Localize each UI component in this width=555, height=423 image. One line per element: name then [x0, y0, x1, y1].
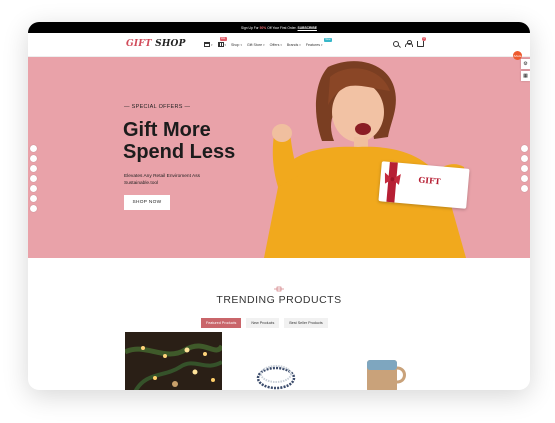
product-grid	[125, 332, 428, 390]
nav-item-label: Shop	[231, 42, 240, 47]
user-icon[interactable]	[405, 40, 413, 47]
trending-title: TRENDING PRODUCTS	[216, 294, 342, 306]
grid-icon	[217, 42, 224, 47]
cart-count-badge: 0	[422, 36, 426, 41]
side-nav-dot[interactable]	[30, 145, 37, 152]
bow-icon	[384, 172, 401, 185]
shop-now-button[interactable]: SHOP NOW	[124, 195, 170, 210]
announcement-middle: Off Your First Order.	[267, 25, 297, 30]
tab-new-products[interactable]: New Products	[246, 318, 280, 328]
product-tabs: Featured Products New Products Best Sell…	[201, 318, 328, 328]
product-image-lights	[125, 332, 222, 390]
hot-badge: Hot	[219, 37, 227, 41]
announcement-bar: Sign Up For 50% Off Your First Order. SU…	[28, 22, 530, 33]
nav-item-brands[interactable]: Brands ▾	[287, 43, 301, 47]
side-nav-dot[interactable]	[30, 175, 37, 182]
nav-item-label: Offers	[269, 42, 280, 47]
browser-frame: Sign Up For 50% Off Your First Order. SU…	[28, 22, 530, 390]
announcement-prefix: Sign Up For	[241, 25, 259, 30]
gift-icon	[204, 42, 210, 47]
side-nav-dot[interactable]	[521, 165, 528, 172]
nav-item-label: Gift Store	[246, 42, 263, 47]
logo-part-2: SHOP	[155, 39, 186, 49]
nav-item-shop[interactable]: Shop ▾	[231, 43, 242, 47]
demo-grid-icon[interactable]: ▦	[521, 71, 530, 81]
side-nav-dot[interactable]	[521, 175, 528, 182]
chevron-down-icon: ▾	[280, 42, 282, 47]
nav-item-features[interactable]: New Features ▾	[305, 37, 333, 47]
product-image-mug	[367, 360, 406, 390]
search-icon[interactable]	[393, 40, 399, 47]
site-header: GIFT SHOP ▾ Hot ▾ Shop ▾ Gift Store ▾ Of…	[28, 33, 530, 57]
nav-item-label: Features	[305, 42, 320, 47]
chevron-down-icon: ▾	[240, 42, 242, 47]
chevron-down-icon: ▾	[321, 42, 323, 47]
main-nav: ▾ Hot ▾ Shop ▾ Gift Store ▾ Offers ▾ Bra…	[204, 37, 333, 47]
chevron-down-icon: ▾	[211, 42, 213, 47]
nav-item-gift-store[interactable]: Gift Store ▾	[247, 43, 265, 47]
right-side-toolbar	[521, 145, 528, 192]
product-card[interactable]	[228, 332, 325, 390]
chevron-down-icon: ▾	[299, 42, 301, 47]
product-card[interactable]	[331, 332, 428, 390]
hero-model-image	[264, 61, 468, 258]
tab-featured-products[interactable]: Featured Products	[201, 318, 242, 328]
cart-icon[interactable]: 0	[417, 36, 426, 47]
side-nav-dot[interactable]	[521, 145, 528, 152]
hero-title: Gift More Spend Less	[123, 119, 235, 163]
side-nav-dot[interactable]	[30, 155, 37, 162]
hero-title-line-2: Spend Less	[123, 141, 236, 163]
hero-eyebrow: — SPECIAL OFFERS —	[124, 104, 191, 110]
voucher-label: GIFT	[418, 174, 442, 187]
gift-ribbon-icon	[274, 286, 284, 292]
nav-gift-icon-menu[interactable]: ▾	[204, 42, 213, 47]
header-icons: 0	[393, 36, 426, 47]
product-image-bracelet	[256, 365, 296, 390]
nav-grid-icon-menu[interactable]: Hot ▾	[217, 37, 227, 47]
side-nav-dot[interactable]	[30, 165, 37, 172]
product-card[interactable]	[125, 332, 222, 390]
side-nav-dot[interactable]	[521, 155, 528, 162]
gear-icon[interactable]: ⚙	[521, 59, 530, 69]
announcement-highlight: 50%	[259, 25, 267, 30]
logo[interactable]: GIFT SHOP	[126, 39, 186, 49]
hero-banner: GIFT — SPECIAL OFFERS — Gift More Spend …	[28, 57, 530, 258]
tab-best-seller-products[interactable]: Best Seller Products	[284, 318, 328, 328]
side-nav-dot[interactable]	[30, 205, 37, 212]
logo-part-1: GIFT	[126, 39, 152, 49]
left-side-toolbar	[30, 145, 37, 212]
side-nav-dot[interactable]	[30, 195, 37, 202]
hero-subtitle-line-2: Sustainable.tool	[124, 181, 159, 186]
nav-item-label: Brands	[286, 42, 299, 47]
nav-item-offers[interactable]: Offers ▾	[270, 43, 282, 47]
gift-voucher-image: GIFT	[378, 161, 470, 209]
hero-subtitle: Elevates Any Retail Enviroment Ass Susta…	[124, 173, 200, 187]
side-nav-dot[interactable]	[30, 185, 37, 192]
chevron-down-icon: ▾	[224, 42, 227, 47]
hero-subtitle-line-1: Elevates Any Retail Enviroment Ass	[124, 174, 200, 179]
side-nav-dot[interactable]	[521, 185, 528, 192]
chevron-down-icon: ▾	[263, 42, 265, 47]
hero-title-line-1: Gift More	[123, 119, 211, 141]
subscribe-link[interactable]: SUBSCRIBE	[298, 26, 317, 30]
new-badge: New	[323, 37, 333, 42]
page: Sign Up For 50% Off Your First Order. SU…	[0, 0, 555, 423]
